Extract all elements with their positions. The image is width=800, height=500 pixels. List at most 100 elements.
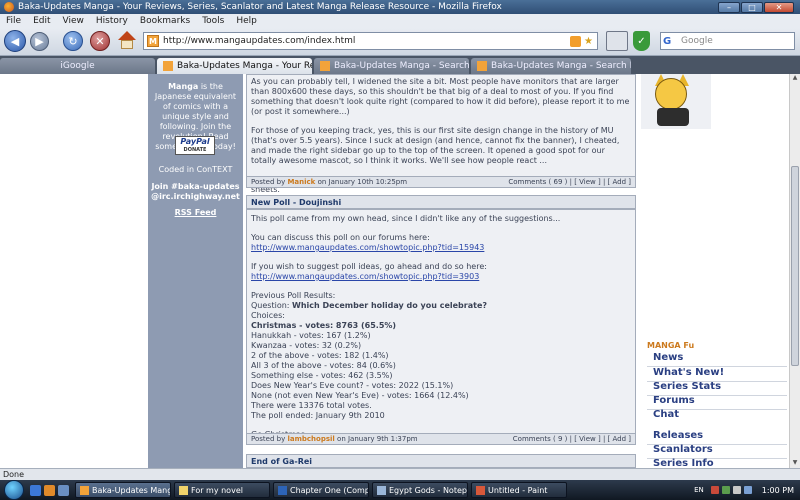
home-button[interactable] — [117, 31, 137, 51]
task-app-icon — [179, 485, 188, 495]
menu-link-chat[interactable]: Chat — [653, 409, 679, 420]
view-comments-link[interactable]: [ View ] — [574, 435, 601, 443]
scroll-down-icon[interactable]: ▼ — [791, 459, 799, 468]
window-title-bar[interactable]: Baka-Updates Manga - Your Reviews, Serie… — [0, 0, 800, 14]
right-menu-title: MANGA Fu — [647, 341, 695, 350]
menu-link-releases[interactable]: Releases — [653, 430, 703, 441]
poll-choice: Does New Year's Eve count? - votes: 2022… — [251, 381, 454, 390]
scroll-up-icon[interactable]: ▲ — [791, 74, 799, 83]
taskbar-task[interactable]: Chapter One (Comp... — [273, 482, 369, 498]
forward-button[interactable]: ▶ — [30, 32, 49, 51]
windows-taskbar: Baka-Updates Mang...For my novelChapter … — [0, 480, 800, 500]
poll-choice: Christmas - votes: 8763 (65.5%) — [251, 321, 397, 330]
add-comment-link[interactable]: [ Add ] — [608, 435, 631, 443]
view-comments-link[interactable]: [ View ] — [574, 178, 601, 186]
menu-history[interactable]: History — [96, 16, 128, 26]
task-app-icon — [80, 485, 89, 495]
menu-link-news[interactable]: News — [653, 352, 683, 363]
system-tray: EN 1:00 PM — [694, 480, 800, 500]
back-button[interactable]: ◀ — [4, 30, 26, 52]
rss-feed-icon[interactable] — [570, 35, 582, 47]
tab-search-forums-1[interactable]: Baka-Updates Manga - Search Foru... — [314, 58, 469, 74]
left-sidebar: Manga is the Japanese equivalent of comi… — [148, 74, 243, 468]
rss-feed-link[interactable]: RSS Feed — [148, 208, 243, 217]
menu-link-scanlators[interactable]: Scanlators — [653, 444, 713, 455]
site-favicon-icon: M — [147, 35, 159, 47]
tab-bar: iGoogle Baka-Updates Manga - Your Revie.… — [0, 56, 800, 74]
tray-update-icon[interactable] — [743, 486, 752, 494]
tray-app-icon[interactable] — [710, 486, 719, 494]
news-column: As you can probably tell, I widened the … — [246, 74, 636, 468]
task-app-icon — [476, 485, 485, 495]
shield-icon[interactable]: ✓ — [633, 31, 650, 51]
comments-link[interactable]: Comments ( 69 ) — [508, 178, 567, 186]
firefox-quicklaunch-icon[interactable] — [44, 484, 55, 496]
status-bar: Done — [0, 468, 800, 480]
stop-button[interactable]: ✕ — [90, 31, 110, 51]
mascot-image — [641, 74, 711, 129]
poll-choice: 2 of the above - votes: 182 (1.4%) — [251, 351, 389, 360]
post-author-link[interactable]: Manick — [287, 178, 315, 186]
comments-link[interactable]: Comments ( 9 ) — [513, 435, 568, 443]
home-icon — [118, 31, 136, 40]
discuss-poll-link[interactable]: http://www.mangaupdates.com/showtopic.ph… — [251, 243, 484, 252]
address-bar[interactable]: M http://www.mangaupdates.com/index.html… — [143, 32, 598, 50]
menu-link-whats-new[interactable]: What's New! — [653, 367, 724, 378]
post-site-redesign-body: As you can probably tell, I widened the … — [246, 74, 636, 194]
close-window-button[interactable]: ✕ — [764, 1, 794, 13]
menu-link-series-stats[interactable]: Series Stats — [653, 381, 721, 392]
ie-quicklaunch-icon[interactable] — [58, 484, 69, 496]
printer-icon[interactable] — [606, 31, 628, 51]
tab-igoogle[interactable]: iGoogle — [0, 58, 155, 74]
right-sidebar: MANGA Fu News What's New! Series Stats F… — [641, 74, 793, 468]
poll-choice: Kwanzaa - votes: 32 (0.2%) — [251, 341, 362, 350]
task-app-icon — [278, 485, 287, 495]
firefox-icon — [4, 2, 14, 12]
taskbar-task[interactable]: For my novel — [174, 482, 270, 498]
menu-link-forums[interactable]: Forums — [653, 395, 695, 406]
paypal-donate-button[interactable]: PayPal DONATE — [175, 136, 215, 155]
menu-file[interactable]: File — [6, 16, 21, 26]
clock[interactable]: 1:00 PM — [762, 486, 794, 495]
window-title: Baka-Updates Manga - Your Reviews, Serie… — [18, 2, 502, 12]
google-search-icon[interactable]: G — [663, 34, 677, 48]
page-content: Manga is the Japanese equivalent of comi… — [0, 74, 800, 468]
poll-choice: None (not even New Year's Eve) - votes: … — [251, 391, 469, 400]
menu-tools[interactable]: Tools — [202, 16, 224, 26]
show-desktop-icon[interactable] — [30, 484, 41, 496]
start-button[interactable] — [4, 480, 24, 500]
menu-edit[interactable]: Edit — [33, 16, 50, 26]
post-author-link[interactable]: lambchopsil — [287, 435, 334, 443]
taskbar-task[interactable]: Untitled - Paint — [471, 482, 567, 498]
search-placeholder: Google — [681, 36, 713, 46]
vertical-scrollbar[interactable]: ▲ ▼ — [789, 74, 800, 468]
tab-baka-updates-main[interactable]: Baka-Updates Manga - Your Revie... ✕ — [157, 58, 312, 74]
menu-help[interactable]: Help — [236, 16, 257, 26]
tray-volume-icon[interactable] — [732, 486, 741, 494]
taskbar-tasks: Baka-Updates Mang...For my novelChapter … — [72, 482, 567, 498]
add-comment-link[interactable]: [ Add ] — [608, 178, 631, 186]
post-title: End of Ga-Rei — [246, 454, 636, 468]
poll-choice: Something else - votes: 462 (3.5%) — [251, 371, 393, 380]
scrollbar-thumb[interactable] — [791, 166, 799, 366]
minimize-button[interactable]: – — [718, 1, 740, 13]
taskbar-task[interactable]: Egypt Gods - Notep... — [372, 482, 468, 498]
reload-button[interactable]: ↻ — [63, 31, 83, 51]
tray-network-icon[interactable] — [721, 486, 730, 494]
poll-choices-list: Christmas - votes: 8763 (65.5%) Hanukkah … — [251, 321, 631, 401]
menu-view[interactable]: View — [63, 16, 84, 26]
maximize-button[interactable]: □ — [741, 1, 763, 13]
taskbar-task[interactable]: Baka-Updates Mang... — [75, 482, 171, 498]
menu-bookmarks[interactable]: Bookmarks — [140, 16, 190, 26]
suggest-poll-link[interactable]: http://www.mangaupdates.com/showtopic.ph… — [251, 272, 479, 281]
tab-search-forums-2[interactable]: Baka-Updates Manga - Search Foru... — [471, 58, 631, 74]
menu-bar: File Edit View History Bookmarks Tools H… — [0, 14, 800, 27]
menu-link-series-info[interactable]: Series Info — [653, 458, 714, 468]
task-app-icon — [377, 485, 386, 495]
bookmark-star-icon[interactable]: ★ — [584, 36, 593, 47]
status-text: Done — [3, 470, 25, 479]
language-indicator[interactable]: EN — [694, 486, 704, 494]
url-text[interactable]: http://www.mangaupdates.com/index.html — [163, 36, 570, 46]
tab-favicon-icon — [320, 61, 330, 71]
search-box[interactable]: G Google — [660, 32, 795, 50]
